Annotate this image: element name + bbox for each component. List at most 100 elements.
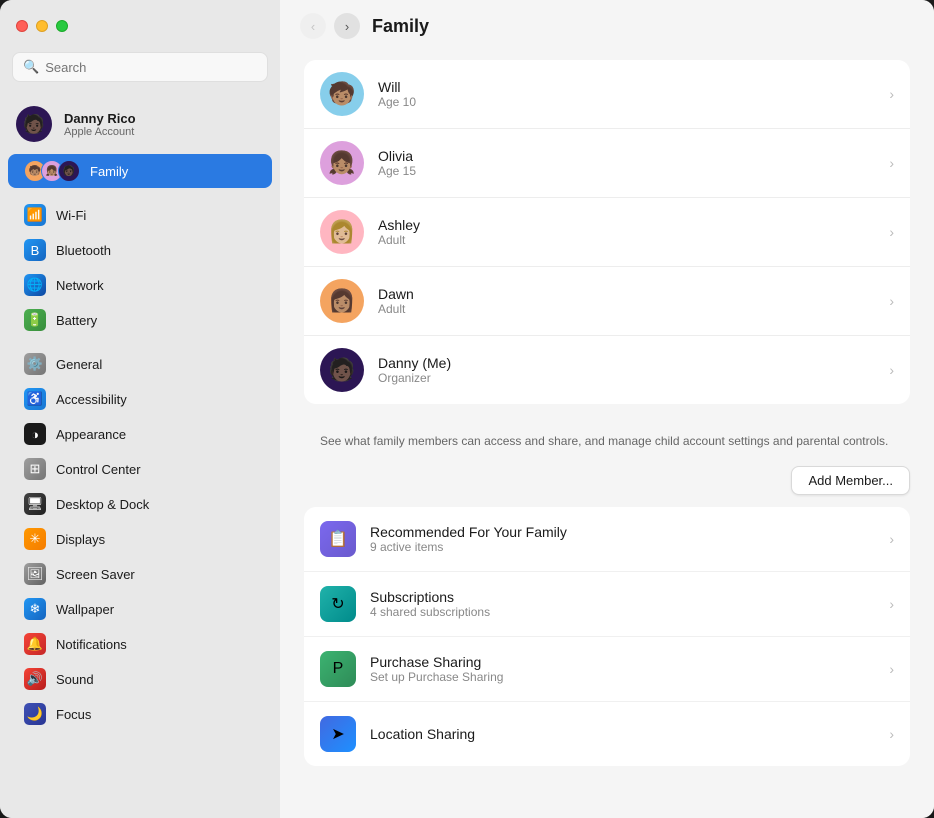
displays-icon: ✳ xyxy=(24,528,46,550)
desktop-icon: 🖥 xyxy=(24,493,46,515)
sidebar-item-battery[interactable]: 🔋 Battery xyxy=(8,303,272,337)
member-row[interactable]: 👩🏽 Dawn Adult › xyxy=(304,267,910,336)
sidebar-item-label: Network xyxy=(56,278,104,293)
sidebar-item-label: Wallpaper xyxy=(56,602,114,617)
member-subtitle: Adult xyxy=(378,233,420,247)
focus-icon: 🌙 xyxy=(24,703,46,725)
chevron-right-icon: › xyxy=(889,155,894,171)
accessibility-icon: ♿ xyxy=(24,388,46,410)
sidebar-item-label: Sound xyxy=(56,672,94,687)
member-row[interactable]: 🧒🏽 Will Age 10 › xyxy=(304,60,910,129)
account-section[interactable]: 🧑🏿 Danny Rico Apple Account xyxy=(0,98,280,150)
location-icon: ➤ xyxy=(320,716,356,752)
sidebar-item-label: Family xyxy=(90,164,128,179)
sidebar-item-desktop[interactable]: 🖥 Desktop & Dock xyxy=(8,487,272,521)
subscriptions-icon: ↻ xyxy=(320,586,356,622)
feature-row-location[interactable]: ➤ Location Sharing › xyxy=(304,702,910,766)
feature-subtitle: Set up Purchase Sharing xyxy=(370,670,503,684)
page-title: Family xyxy=(372,16,429,37)
sidebar-item-wifi[interactable]: 📶 Wi-Fi xyxy=(8,198,272,232)
battery-icon: 🔋 xyxy=(24,309,46,331)
feature-subtitle: 9 active items xyxy=(370,540,567,554)
member-row[interactable]: 🧑🏿 Danny (Me) Organizer › xyxy=(304,336,910,404)
recommended-icon: 📋 xyxy=(320,521,356,557)
chevron-right-icon: › xyxy=(889,661,894,677)
member-info: Danny (Me) Organizer xyxy=(378,355,451,385)
member-name: Will xyxy=(378,79,416,95)
sidebar-item-label: Displays xyxy=(56,532,105,547)
titlebar xyxy=(0,0,280,52)
account-name: Danny Rico xyxy=(64,111,136,126)
feature-info: Location Sharing xyxy=(370,726,475,742)
main-header: ‹ › Family xyxy=(280,0,934,52)
member-subtitle: Age 10 xyxy=(378,95,416,109)
feature-title: Subscriptions xyxy=(370,589,490,605)
wallpaper-icon: ❄ xyxy=(24,598,46,620)
member-avatar: 👧🏽 xyxy=(320,141,364,185)
feature-row-recommended[interactable]: 📋 Recommended For Your Family 9 active i… xyxy=(304,507,910,572)
member-row[interactable]: 👩🏼 Ashley Adult › xyxy=(304,198,910,267)
member-info: Olivia Age 15 xyxy=(378,148,416,178)
member-subtitle: Age 15 xyxy=(378,164,416,178)
family-description: See what family members can access and s… xyxy=(304,420,910,454)
member-name: Dawn xyxy=(378,286,414,302)
search-bar[interactable]: 🔍 xyxy=(12,52,268,82)
member-avatar: 🧑🏿 xyxy=(320,348,364,392)
chevron-right-icon: › xyxy=(889,86,894,102)
sidebar-item-accessibility[interactable]: ♿ Accessibility xyxy=(8,382,272,416)
sidebar-item-label: Notifications xyxy=(56,637,127,652)
sidebar-item-displays[interactable]: ✳ Displays xyxy=(8,522,272,556)
sidebar-item-control[interactable]: ⊞ Control Center xyxy=(8,452,272,486)
sidebar-item-notifications[interactable]: 🔔 Notifications xyxy=(8,627,272,661)
maximize-button[interactable] xyxy=(56,20,68,32)
sidebar-items: 📶 Wi-Fi B Bluetooth 🌐 Network 🔋 Battery … xyxy=(0,198,280,731)
sidebar-item-family[interactable]: 🧒🏽 👧🏽 🧑🏿 Family xyxy=(8,154,272,188)
sidebar-item-wallpaper[interactable]: ❄ Wallpaper xyxy=(8,592,272,626)
feature-row-subscriptions[interactable]: ↻ Subscriptions 4 shared subscriptions › xyxy=(304,572,910,637)
sidebar-item-appearance[interactable]: ◑ Appearance xyxy=(8,417,272,451)
main-content: ‹ › Family 🧒🏽 Will Age 10 › 👧🏽 Olivia Ag… xyxy=(280,0,934,818)
bluetooth-icon: B xyxy=(24,239,46,261)
member-avatar: 🧒🏽 xyxy=(320,72,364,116)
minimize-button[interactable] xyxy=(36,20,48,32)
forward-button[interactable]: › xyxy=(334,13,360,39)
general-icon: ⚙️ xyxy=(24,353,46,375)
sidebar-item-network[interactable]: 🌐 Network xyxy=(8,268,272,302)
member-avatar: 👩🏽 xyxy=(320,279,364,323)
member-row[interactable]: 👧🏽 Olivia Age 15 › xyxy=(304,129,910,198)
member-name: Danny (Me) xyxy=(378,355,451,371)
sound-icon: 🔊 xyxy=(24,668,46,690)
account-info: Danny Rico Apple Account xyxy=(64,111,136,138)
sidebar-item-focus[interactable]: 🌙 Focus xyxy=(8,697,272,731)
sidebar-item-label: Accessibility xyxy=(56,392,127,407)
purchase-icon: P xyxy=(320,651,356,687)
member-info: Dawn Adult xyxy=(378,286,414,316)
sidebar-item-bluetooth[interactable]: B Bluetooth xyxy=(8,233,272,267)
sidebar-item-general[interactable]: ⚙️ General xyxy=(8,347,272,381)
notifications-icon: 🔔 xyxy=(24,633,46,655)
back-button[interactable]: ‹ xyxy=(300,13,326,39)
control-icon: ⊞ xyxy=(24,458,46,480)
feature-info: Purchase Sharing Set up Purchase Sharing xyxy=(370,654,503,684)
screensaver-icon: 🖼 xyxy=(24,563,46,585)
feature-row-purchase[interactable]: P Purchase Sharing Set up Purchase Shari… xyxy=(304,637,910,702)
member-name: Olivia xyxy=(378,148,416,164)
appearance-icon: ◑ xyxy=(24,423,46,445)
sidebar-item-label: Bluetooth xyxy=(56,243,111,258)
sidebar-item-label: Control Center xyxy=(56,462,141,477)
sidebar-item-screensaver[interactable]: 🖼 Screen Saver xyxy=(8,557,272,591)
feature-subtitle: 4 shared subscriptions xyxy=(370,605,490,619)
sidebar-item-label: Screen Saver xyxy=(56,567,135,582)
wifi-icon: 📶 xyxy=(24,204,46,226)
member-subtitle: Adult xyxy=(378,302,414,316)
family-avatar-stack: 🧒🏽 👧🏽 🧑🏿 xyxy=(24,160,80,182)
sidebar-item-label: General xyxy=(56,357,102,372)
member-avatar: 👩🏼 xyxy=(320,210,364,254)
add-member-button[interactable]: Add Member... xyxy=(791,466,910,495)
account-subtitle: Apple Account xyxy=(64,126,136,138)
close-button[interactable] xyxy=(16,20,28,32)
main-scroll: 🧒🏽 Will Age 10 › 👧🏽 Olivia Age 15 › 👩🏼 A… xyxy=(280,52,934,818)
member-info: Will Age 10 xyxy=(378,79,416,109)
sidebar-item-sound[interactable]: 🔊 Sound xyxy=(8,662,272,696)
search-input[interactable] xyxy=(45,60,257,75)
